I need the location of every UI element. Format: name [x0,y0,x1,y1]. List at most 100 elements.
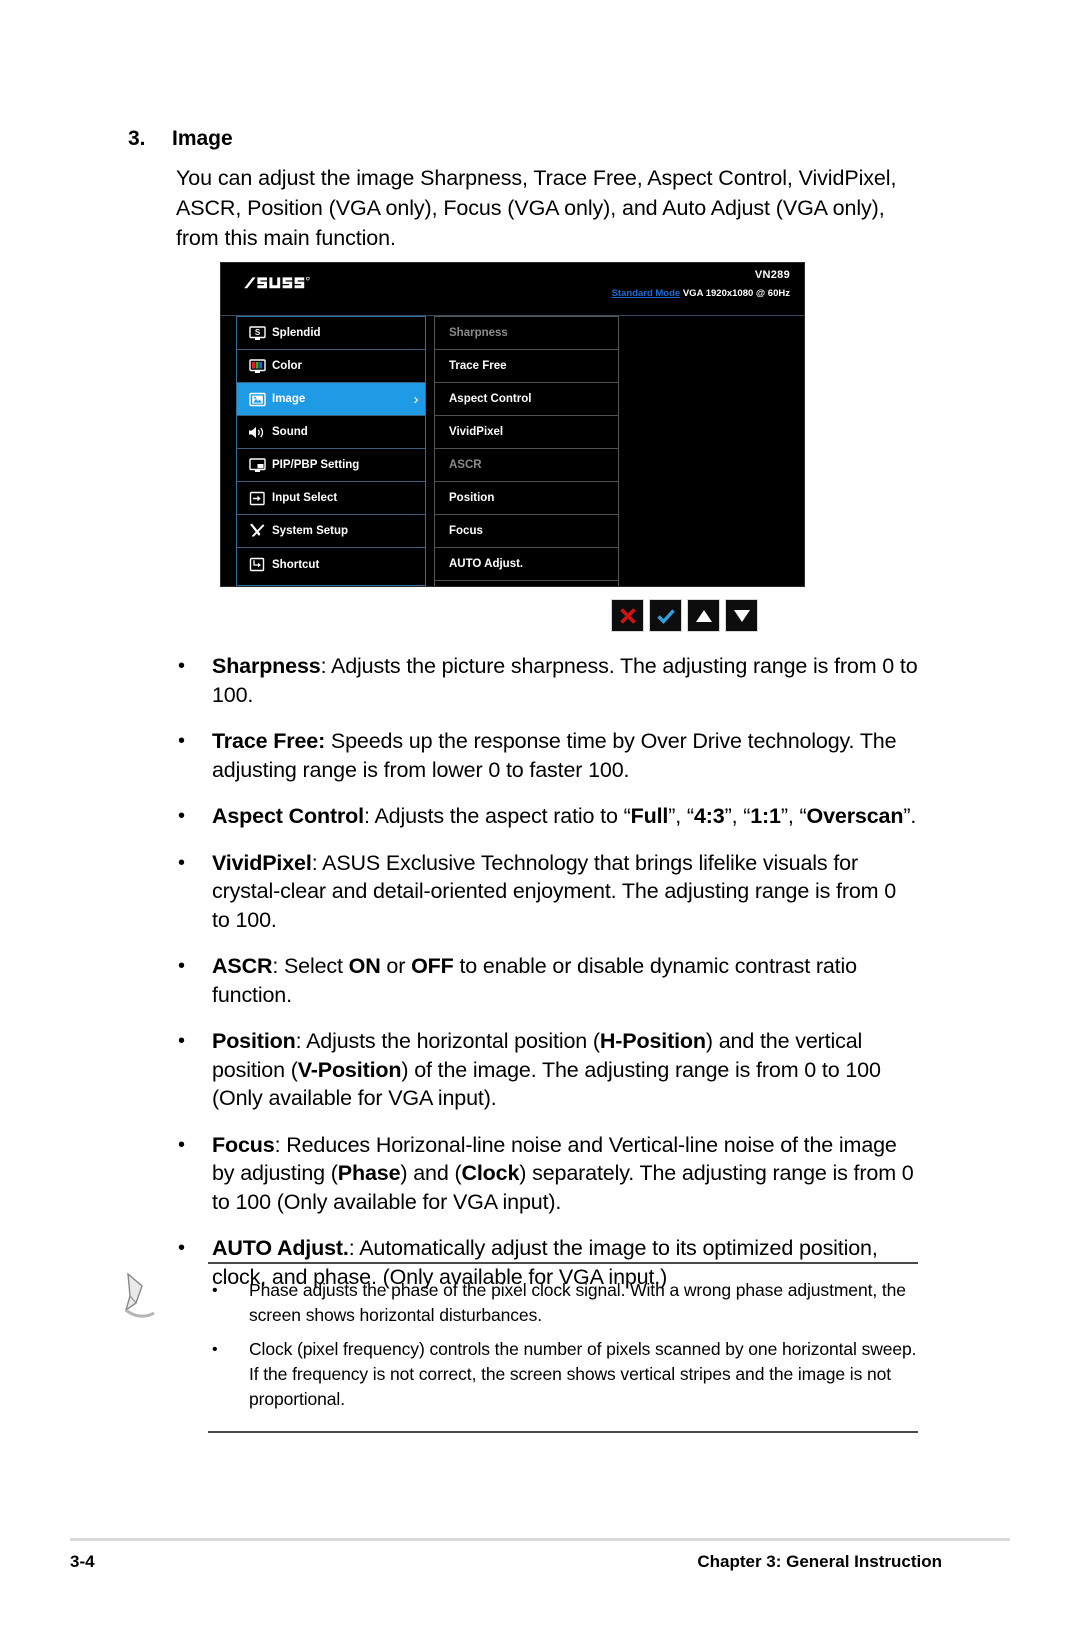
bullet-item-trace-free: • Trace Free: Speeds up the response tim… [176,727,918,784]
pencil-note-icon [124,1270,186,1322]
osd-item-label: Sound [272,426,308,438]
svg-text:S: S [254,328,260,337]
bullet-text: ASCR: Select ON or OFF to enable or disa… [212,952,918,1009]
note-bottom-rule [208,1431,918,1433]
osd-item-label: System Setup [272,525,349,537]
osd-control-buttons [611,599,758,632]
osd-item-label: Splendid [272,327,321,339]
pip-pbp-icon [242,457,272,473]
bullet-marker: • [178,1030,186,1052]
check-icon [656,606,676,626]
osd-item-label: Input Select [272,492,338,504]
bullet-end: ”. [903,804,917,828]
bullet-value-43: 4:3 [693,804,725,828]
up-arrow-icon [694,607,714,625]
osd-item-system-setup[interactable]: System Setup [237,515,425,548]
osd-subitem-sharpness[interactable]: Sharpness [435,317,618,350]
document-page: 3. Image You can adjust the image Sharpn… [0,0,1080,1627]
note-text: Clock (pixel frequency) controls the num… [249,1339,917,1409]
bullet-marker: • [212,1341,218,1358]
osd-subitem-aspect-control[interactable]: Aspect Control [435,383,618,416]
section-title: Image [172,127,233,150]
bullet-body: : Adjusts the aspect ratio to “ [364,804,631,828]
bullet-value-11: 1:1 [750,804,781,828]
osd-subitem-label: Focus [449,525,483,537]
bullet-value-full: Full [630,804,669,828]
bullet-term: Trace Free: [212,729,326,753]
osd-item-input-select[interactable]: Input Select [237,482,425,515]
close-icon [618,606,638,626]
bullet-sep: ) and ( [400,1161,462,1185]
bullet-sep: ”, “ [724,804,751,828]
osd-subitem-label: ASCR [449,459,482,471]
chevron-right-icon: › [413,390,419,408]
osd-confirm-button[interactable] [649,599,682,632]
osd-subitem-vividpixel[interactable]: VividPixel [435,416,618,449]
bullet-body: : Select [272,954,349,978]
note-text: Phase adjusts the phase of the pixel clo… [249,1280,906,1325]
osd-item-pip-pbp-setting[interactable]: PIP/PBP Setting [237,449,425,482]
osd-close-button[interactable] [611,599,644,632]
osd-item-image[interactable]: Image › [237,383,425,416]
bullet-value-v-position: V-Position [297,1057,402,1082]
input-select-icon [242,491,272,506]
osd-subitem-label: Aspect Control [449,393,532,405]
osd-subitem-focus[interactable]: Focus [435,515,618,548]
bullet-marker: • [178,1133,186,1156]
bullet-term: AUTO Adjust. [212,1236,349,1260]
bullet-marker: • [178,955,186,977]
note-box: • Phase adjusts the phase of the pixel c… [124,1262,918,1433]
osd-subitem-trace-free[interactable]: Trace Free [435,350,618,383]
osd-subitem-ascr[interactable]: ASCR [435,449,618,482]
bullet-marker: • [178,655,186,677]
bullet-text: Position: Adjusts the horizontal positio… [212,1027,918,1113]
asus-logo-icon [243,274,315,294]
bullet-marker: • [178,730,186,752]
osd-up-button[interactable] [687,599,720,632]
footer-divider [70,1538,1010,1541]
color-icon [242,358,272,374]
bullet-value-phase: Phase [337,1161,401,1185]
bullet-sep: ”, “ [668,804,694,828]
osd-item-label: Shortcut [272,558,320,571]
bullet-body: : Adjusts the horizontal position ( [295,1029,600,1053]
section-intro-paragraph: You can adjust the image Sharpness, Trac… [176,166,897,250]
bullet-item-focus: • Focus: Reduces Horizonal-line noise an… [176,1131,918,1217]
bullet-term: Aspect Control [212,804,364,828]
osd-subitem-label: Position [449,492,495,504]
down-arrow-icon [732,607,752,625]
osd-down-button[interactable] [725,599,758,632]
bullet-item-sharpness: • Sharpness: Adjusts the picture sharpne… [176,652,918,709]
bullet-term: Sharpness [212,654,321,678]
osd-model-name: VN289 [754,269,790,281]
section-heading: 3. Image [128,127,928,151]
note-item-clock: • Clock (pixel frequency) controls the n… [208,1337,918,1412]
sound-icon [242,425,272,440]
bullet-sep: ”, “ [780,804,807,828]
bullet-text: VividPixel: ASUS Exclusive Technology th… [212,849,918,935]
note-content: • Phase adjusts the phase of the pixel c… [208,1264,918,1431]
page-footer: 3-4 Chapter 3: General Instruction [70,1552,1010,1572]
osd-main-menu: S Splendid Color Image › Sound PIP/PBP S… [236,316,426,586]
bullet-text: Sharpness: Adjusts the picture sharpness… [212,652,918,709]
osd-item-splendid[interactable]: S Splendid [237,317,425,350]
osd-subitem-label: Trace Free [449,360,507,372]
osd-subitem-position[interactable]: Position [435,482,618,515]
bullet-value-overscan: Overscan [806,804,904,828]
system-setup-icon [242,523,272,539]
osd-subitem-auto-adjust[interactable]: AUTO Adjust. [435,548,618,581]
bullet-sep: or [380,954,412,978]
bullet-marker: • [178,805,186,827]
osd-item-label: Color [272,360,303,372]
osd-mode-line: Standard Mode VGA 1920x1080 @ 60Hz [612,288,790,299]
bullet-term: VividPixel [212,850,312,875]
bullet-body: : ASUS Exclusive Technology that brings … [212,850,897,932]
bullet-text: Trace Free: Speeds up the response time … [212,727,918,784]
osd-item-color[interactable]: Color [237,350,425,383]
osd-item-shortcut[interactable]: Shortcut [237,548,425,581]
osd-item-sound[interactable]: Sound [237,416,425,449]
osd-header: VN289 Standard Mode VGA 1920x1080 @ 60Hz [221,263,804,316]
osd-subitem-label: VividPixel [449,426,504,438]
bullet-text: Focus: Reduces Horizonal-line noise and … [212,1131,918,1217]
osd-screenshot: VN289 Standard Mode VGA 1920x1080 @ 60Hz… [220,262,805,587]
